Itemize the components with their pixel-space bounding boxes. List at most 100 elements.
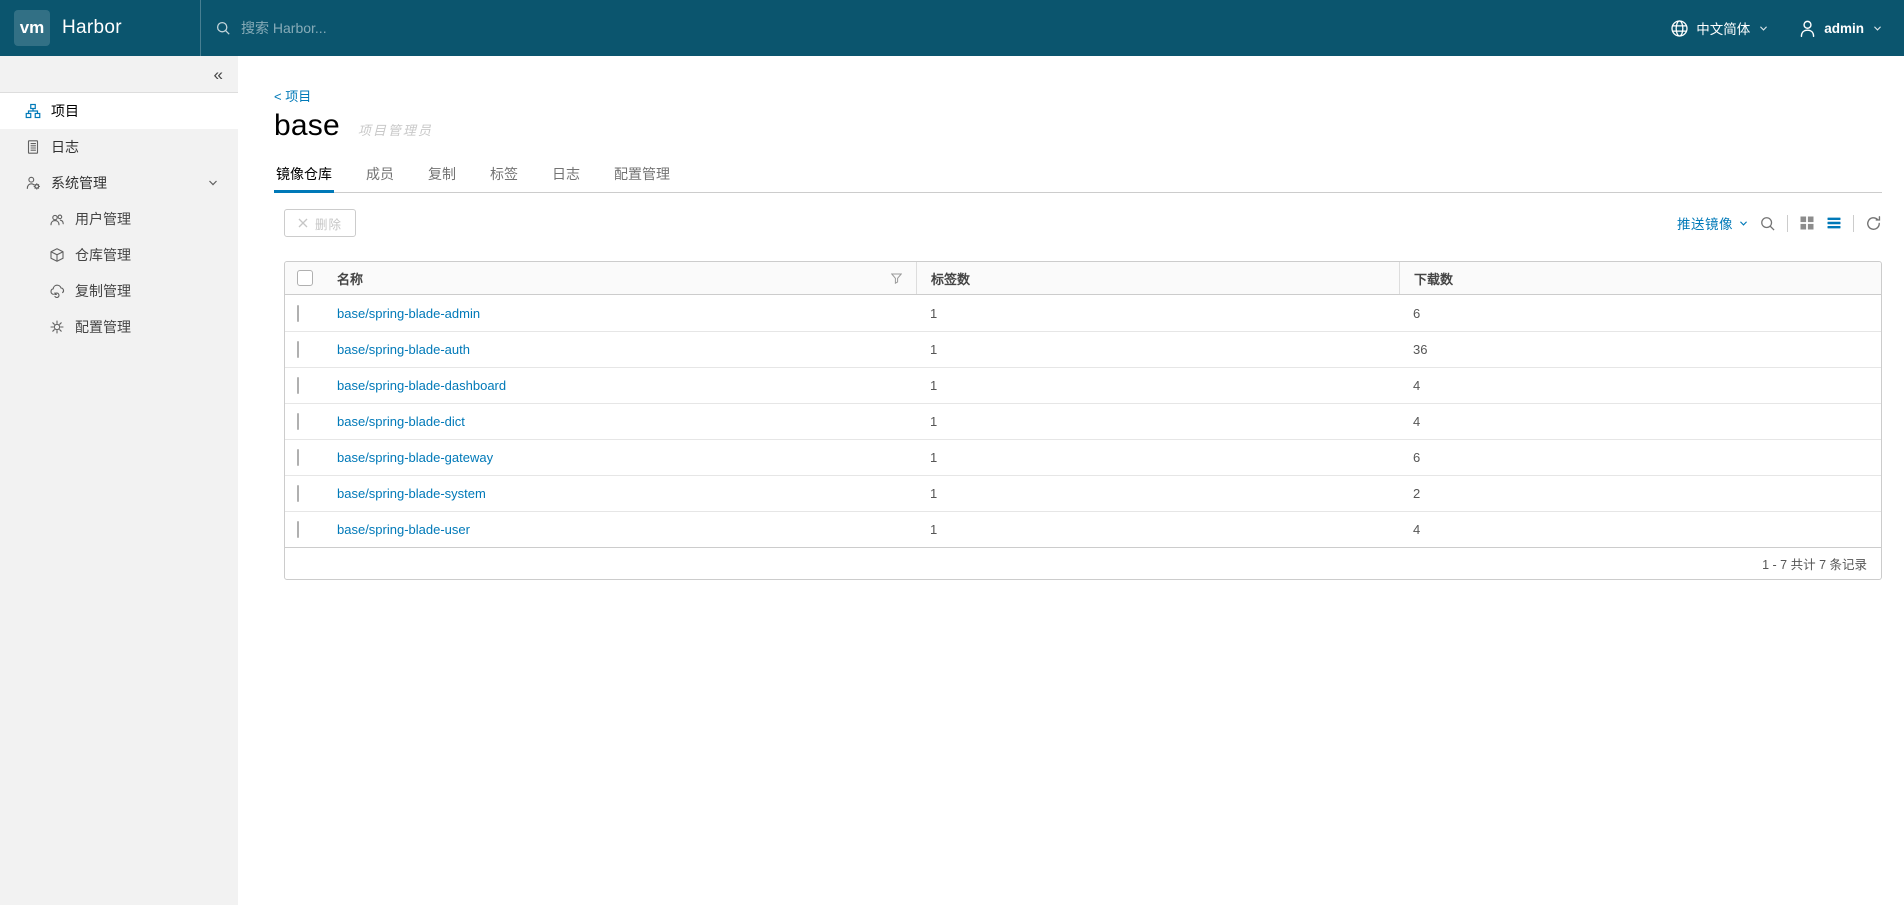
project-tabs: 镜像仓库 成员 复制 标签 日志 配置管理 bbox=[274, 157, 1882, 193]
pulls-count: 6 bbox=[1413, 450, 1421, 465]
sidebar-item-projects[interactable]: 项目 bbox=[0, 93, 238, 129]
row-checkbox[interactable] bbox=[297, 377, 299, 394]
tags-count: 1 bbox=[930, 414, 938, 429]
column-header-pulls: 下载数 bbox=[1399, 262, 1881, 294]
tags-count: 1 bbox=[930, 522, 938, 537]
sidebar-item-users[interactable]: 用户管理 bbox=[0, 201, 238, 237]
breadcrumb-back-projects[interactable]: < 项目 bbox=[274, 86, 1882, 105]
delete-button[interactable]: 删除 bbox=[284, 209, 357, 237]
vm-logo-icon: vm bbox=[14, 10, 50, 46]
card-view-icon[interactable] bbox=[1799, 215, 1815, 231]
role-badge: 项目管理员 bbox=[357, 123, 433, 138]
document-list-icon bbox=[25, 139, 41, 155]
repository-link[interactable]: base/spring-blade-admin bbox=[337, 306, 480, 321]
divider bbox=[1787, 214, 1788, 232]
repositories-table: 名称 标签数 下载数 base/spring-blade-admin 1 6 b… bbox=[284, 261, 1882, 580]
tab[interactable]: 标签 bbox=[488, 157, 520, 193]
table-row: base/spring-blade-admin 1 6 bbox=[285, 295, 1881, 331]
pulls-count: 36 bbox=[1413, 342, 1428, 357]
sidebar-item-replications[interactable]: 复制管理 bbox=[0, 273, 238, 309]
row-checkbox[interactable] bbox=[297, 341, 299, 358]
filter-icon[interactable] bbox=[891, 273, 902, 284]
tab[interactable]: 配置管理 bbox=[612, 157, 672, 193]
repository-link[interactable]: base/spring-blade-user bbox=[337, 522, 470, 537]
chevron-down-icon bbox=[1873, 25, 1882, 32]
repository-link[interactable]: base/spring-blade-gateway bbox=[337, 450, 493, 465]
org-chart-icon bbox=[25, 103, 41, 119]
table-row: base/spring-blade-gateway 1 6 bbox=[285, 439, 1881, 475]
tags-count: 1 bbox=[930, 342, 938, 357]
tab[interactable]: 镜像仓库 bbox=[274, 157, 334, 193]
repository-link[interactable]: base/spring-blade-dict bbox=[337, 414, 465, 429]
push-image-dropdown[interactable]: 推送镜像 bbox=[1677, 213, 1748, 233]
tags-count: 1 bbox=[930, 378, 938, 393]
pulls-count: 6 bbox=[1413, 305, 1421, 321]
brand-title: Harbor bbox=[62, 17, 122, 38]
pulls-count: 4 bbox=[1413, 414, 1421, 429]
title-row: base 项目管理员 bbox=[274, 109, 1882, 143]
repo-toolbar: 删除 推送镜像 bbox=[284, 209, 1882, 237]
sidebar-item-administration[interactable]: 系统管理 bbox=[0, 165, 238, 201]
language-label: 中文简体 bbox=[1696, 22, 1751, 37]
table-header: 名称 标签数 下载数 bbox=[285, 262, 1881, 295]
repository-link[interactable]: base/spring-blade-auth bbox=[337, 342, 470, 357]
table-body: base/spring-blade-admin 1 6 base/spring-… bbox=[285, 295, 1881, 547]
table-row: base/spring-blade-dashboard 1 4 bbox=[285, 367, 1881, 403]
refresh-icon[interactable] bbox=[1865, 215, 1882, 232]
divider bbox=[1853, 214, 1854, 232]
repository-link[interactable]: base/spring-blade-dashboard bbox=[337, 378, 506, 393]
column-header-tags: 标签数 bbox=[916, 262, 1399, 294]
sidebar: « 项目 日志 系统管理 用户管理 仓库管理 复制管理 配置管理 bbox=[0, 56, 238, 905]
repository-link[interactable]: base/spring-blade-system bbox=[337, 486, 486, 501]
sidebar-item-logs[interactable]: 日志 bbox=[0, 129, 238, 165]
tab[interactable]: 复制 bbox=[426, 157, 458, 193]
tags-count: 1 bbox=[930, 486, 938, 501]
sidebar-item-configuration[interactable]: 配置管理 bbox=[0, 309, 238, 345]
pagination-footer: 1 - 7 共计 7 条记录 bbox=[285, 547, 1881, 579]
tags-count: 1 bbox=[930, 450, 938, 465]
collapse-sidebar-icon[interactable]: « bbox=[214, 66, 223, 83]
row-checkbox[interactable] bbox=[297, 304, 299, 322]
list-view-icon[interactable] bbox=[1826, 215, 1842, 231]
navbar-right: 中文简体 admin bbox=[1670, 18, 1904, 38]
toolbar-right: 推送镜像 bbox=[1677, 213, 1882, 233]
row-checkbox[interactable] bbox=[297, 485, 299, 502]
row-checkbox[interactable] bbox=[297, 521, 299, 538]
globe-icon bbox=[1670, 19, 1689, 38]
sidebar-item-label: 日志 bbox=[51, 139, 79, 155]
pulls-count: 2 bbox=[1413, 486, 1421, 501]
language-menu[interactable]: 中文简体 bbox=[1670, 18, 1768, 38]
tags-count: 1 bbox=[930, 305, 938, 321]
table-row: base/spring-blade-user 1 4 bbox=[285, 511, 1881, 547]
gear-icon bbox=[49, 319, 65, 335]
table-row: base/spring-blade-auth 1 36 bbox=[285, 331, 1881, 367]
global-search bbox=[200, 0, 720, 56]
sidebar-item-label: 复制管理 bbox=[75, 283, 131, 299]
table-row: base/spring-blade-dict 1 4 bbox=[285, 403, 1881, 439]
tab[interactable]: 日志 bbox=[550, 157, 582, 193]
pulls-count: 4 bbox=[1413, 522, 1421, 537]
row-checkbox[interactable] bbox=[297, 413, 299, 430]
row-checkbox[interactable] bbox=[297, 449, 299, 466]
sidebar-item-label: 用户管理 bbox=[75, 211, 131, 227]
chevron-down-icon bbox=[1739, 220, 1748, 227]
page-title: base bbox=[274, 109, 340, 142]
sidebar-item-label: 仓库管理 bbox=[75, 247, 131, 263]
cube-icon bbox=[49, 247, 65, 263]
tab[interactable]: 成员 bbox=[364, 157, 396, 193]
search-input[interactable] bbox=[241, 20, 661, 36]
username-label: admin bbox=[1824, 20, 1864, 36]
sidebar-item-label: 系统管理 bbox=[51, 175, 107, 191]
user-menu[interactable]: admin bbox=[1798, 19, 1882, 38]
sidebar-item-label: 项目 bbox=[51, 103, 79, 119]
search-repo-icon[interactable] bbox=[1759, 215, 1776, 232]
sidebar-item-label: 配置管理 bbox=[75, 319, 131, 335]
select-all-checkbox[interactable] bbox=[297, 270, 313, 286]
users-icon bbox=[49, 211, 65, 227]
record-range-label: 1 - 7 共计 7 条记录 bbox=[1762, 558, 1867, 572]
sidebar-item-registries[interactable]: 仓库管理 bbox=[0, 237, 238, 273]
column-header-name: 名称 bbox=[337, 271, 364, 287]
x-cross-icon bbox=[298, 218, 308, 228]
harbor-home-link[interactable]: vm Harbor bbox=[0, 10, 200, 46]
cloud-sync-icon bbox=[49, 283, 65, 299]
